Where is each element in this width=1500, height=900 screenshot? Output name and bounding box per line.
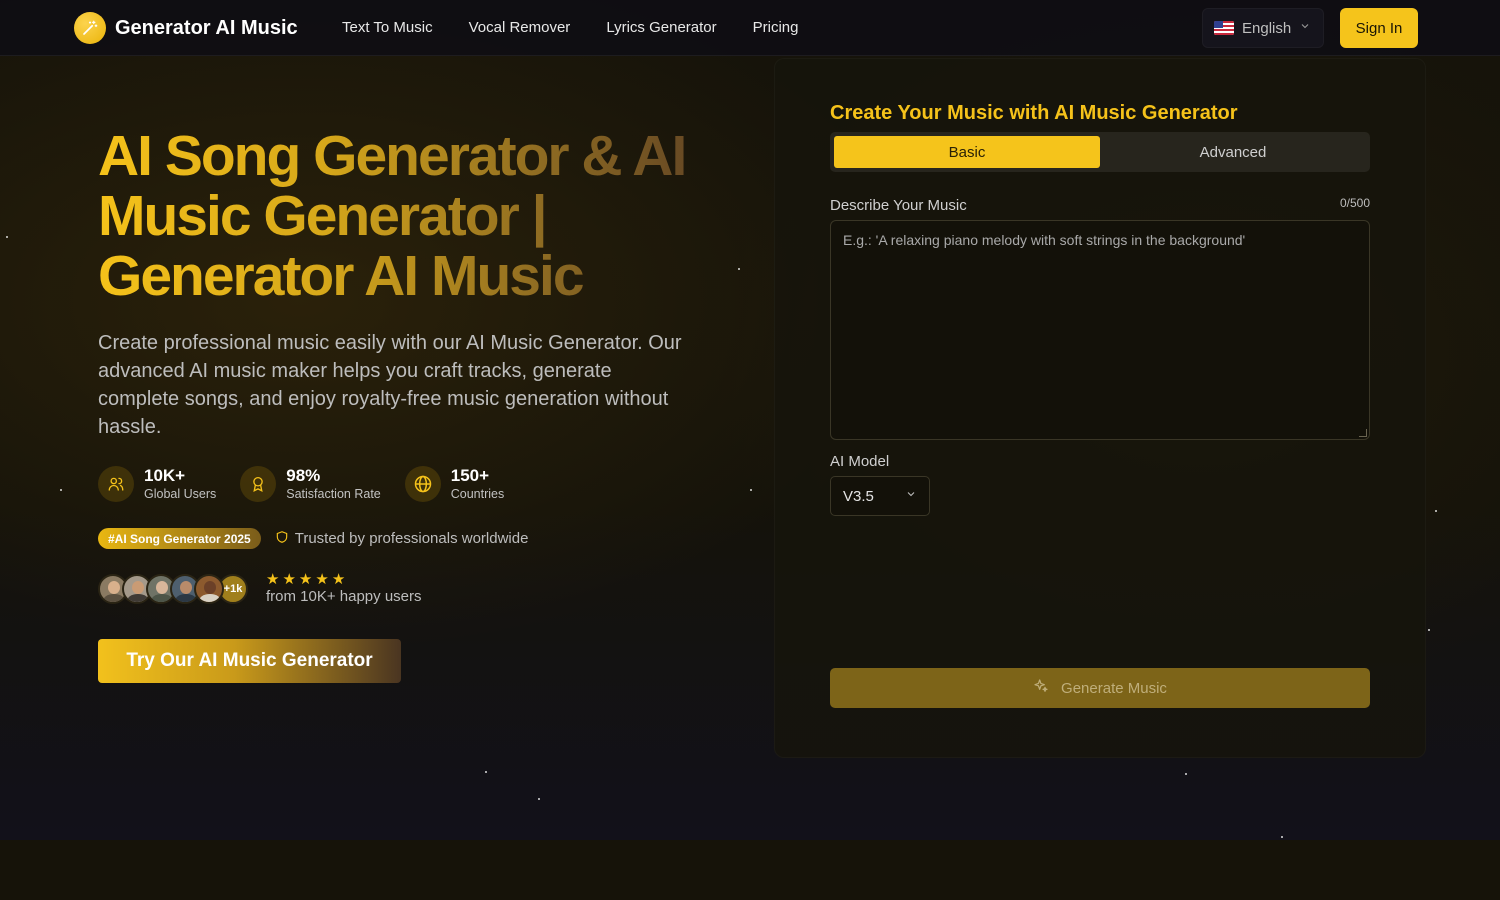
avatar: [194, 574, 224, 604]
star-rating: ★ ★ ★ ★ ★: [266, 572, 422, 587]
tag-row: #AI Song Generator 2025 Trusted by profe…: [98, 528, 528, 549]
chevron-down-icon: [1299, 19, 1311, 37]
nav-links: Text To Music Vocal Remover Lyrics Gener…: [342, 19, 799, 36]
globe-icon: [404, 466, 441, 502]
hero-title: AI Song Generator & AI Music Generator |…: [98, 126, 738, 306]
language-selector[interactable]: English: [1202, 8, 1324, 48]
trusted-note: Trusted by professionals worldwide: [275, 529, 529, 549]
star-dot: [1435, 510, 1437, 512]
tab-advanced[interactable]: Advanced: [1100, 136, 1366, 168]
chevron-down-icon: [905, 487, 917, 505]
trusted-text: Trusted by professionals worldwide: [294, 530, 529, 547]
star-dot: [750, 489, 752, 491]
stat-value: 10K+: [144, 466, 186, 485]
star-icon: ★: [315, 571, 329, 588]
char-counter: 0/500: [1339, 196, 1370, 210]
rating-text: from 10K+ happy users: [266, 588, 422, 605]
stat-satisfaction: 98% Satisfaction Rate: [240, 466, 381, 502]
stat-value: 98%: [286, 466, 321, 485]
magic-wand-icon: [74, 12, 106, 44]
sign-in-button[interactable]: Sign In: [1340, 8, 1418, 48]
star-dot: [538, 798, 540, 800]
sparkles-icon: [1033, 678, 1049, 698]
star-icon: ★: [298, 571, 313, 588]
star-dot: [485, 771, 487, 773]
footer-band: [0, 840, 1500, 900]
rating: ★ ★ ★ ★ ★ from 10K+ happy users: [266, 572, 422, 605]
nav-link-pricing[interactable]: Pricing: [753, 19, 799, 36]
nav-link-text-to-music[interactable]: Text To Music: [342, 19, 433, 36]
music-description-input[interactable]: [830, 220, 1370, 440]
users-icon: [98, 466, 134, 502]
stat-label: Satisfaction Rate: [286, 487, 381, 501]
star-icon: ★: [266, 571, 280, 588]
stat-countries: 150+ Countries: [404, 466, 505, 502]
stat-label: Countries: [450, 487, 505, 501]
star-dot: [738, 268, 740, 270]
panel-title: Create Your Music with AI Music Generato…: [830, 102, 1238, 124]
language-label: English: [1242, 19, 1292, 37]
star-dot: [1185, 773, 1187, 775]
model-label: AI Model: [830, 453, 890, 470]
star-dot: [1428, 629, 1430, 631]
nav-link-vocal-remover[interactable]: Vocal Remover: [469, 19, 571, 36]
tab-basic[interactable]: Basic: [834, 136, 1100, 168]
stat-value: 150+: [450, 466, 490, 485]
model-select[interactable]: V3.5: [830, 476, 930, 516]
describe-label: Describe Your Music: [830, 197, 967, 214]
generate-music-button[interactable]: Generate Music: [830, 668, 1370, 708]
year-badge: #AI Song Generator 2025: [98, 528, 261, 549]
nav-link-lyrics-generator[interactable]: Lyrics Generator: [606, 19, 716, 36]
brand[interactable]: Generator AI Music: [74, 12, 298, 44]
stat-users: 10K+ Global Users: [98, 466, 216, 502]
generate-label: Generate Music: [1061, 679, 1167, 697]
model-value: V3.5: [843, 487, 874, 505]
user-avatars: +1k: [98, 574, 248, 604]
try-generator-button[interactable]: Try Our AI Music Generator: [98, 639, 401, 683]
stats-row: 10K+ Global Users 98% Satisfaction Rate …: [98, 466, 504, 502]
star-dot: [60, 489, 62, 491]
shield-icon: [275, 529, 289, 549]
mode-tabs: Basic Advanced: [830, 132, 1370, 172]
top-navbar: Generator AI Music Text To Music Vocal R…: [0, 0, 1500, 56]
star-dot: [6, 236, 8, 238]
hero-description: Create professional music easily with ou…: [98, 332, 682, 438]
star-icon: ★: [331, 571, 346, 588]
star-icon: ★: [282, 571, 296, 588]
brand-name: Generator AI Music: [115, 16, 298, 39]
resize-handle[interactable]: [1359, 429, 1367, 437]
award-icon: [240, 466, 277, 502]
star-dot: [1281, 836, 1283, 838]
us-flag-icon: [1214, 21, 1234, 35]
stat-label: Global Users: [144, 487, 217, 501]
